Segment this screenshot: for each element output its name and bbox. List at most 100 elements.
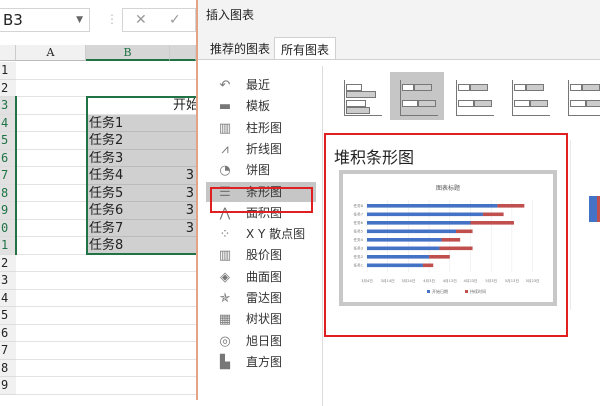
chart-type-icon: ◎ [219, 333, 231, 349]
row-header[interactable]: 4 [0, 289, 16, 307]
bar-start-date [367, 204, 498, 208]
row-header[interactable]: 6 [0, 149, 16, 167]
chart-type-label: 股价图 [246, 248, 283, 263]
row-header[interactable]: 1 [0, 237, 16, 255]
bar-start-date [367, 263, 423, 268]
y-tick-label: 任务7 [354, 212, 363, 217]
grid-row [16, 290, 196, 307]
chart-title: 图表标题 [436, 184, 460, 192]
spreadsheet: B3 ▼ ⋮ ✕ ✓ A B 1 2 3 4 5 6 7 8 9 0 1 2 3 4 5 6 7 8 9 开始 任务1 任务2… [0, 0, 198, 400]
chart-subtype-thumbnail[interactable] [390, 72, 444, 120]
chart-subtype-thumbnail[interactable] [502, 72, 556, 120]
chart-type-label: 折线图 [246, 141, 283, 156]
confirm-icon[interactable]: ✓ [169, 12, 181, 28]
chart-type-item[interactable]: ✯ 雷达图 [206, 288, 316, 308]
row-selection-indicator [15, 96, 17, 255]
tab-all-charts[interactable]: 所有图表 [274, 37, 337, 59]
row-header[interactable]: 8 [0, 359, 16, 377]
second-preview[interactable] [570, 140, 600, 310]
row-header[interactable]: 2 [0, 79, 16, 97]
chart-type-label: 柱形图 [246, 120, 283, 135]
chart-type-icon: ↶ [219, 78, 231, 93]
chart-type-item[interactable]: ◔ 饼图 [206, 160, 316, 180]
divider [322, 66, 323, 406]
y-tick-label: 任务6 [354, 220, 364, 225]
row-header[interactable]: 9 [0, 202, 16, 220]
bar-start-date [367, 238, 442, 242]
subtype-title: 堆积条形图 [334, 148, 415, 167]
y-tick-label: 任务4 [354, 237, 364, 242]
column-header-b[interactable]: B [86, 45, 170, 61]
row-header[interactable]: 1 [0, 62, 16, 80]
chevron-down-icon[interactable]: ▼ [76, 11, 83, 29]
insert-chart-dialog: 插入图表 推荐的图表 所有图表 ↶ 最近 ▬ 模板 ▥ 柱形图 ⩘ 折线图 ◔ 饼图 ☰ 条形图 ⋀ 面积… [196, 0, 600, 406]
bar-chart: 图表标题 3月4日 3月14日 3月24日 4月3日 4月13日 4月23日 5月3日 5月13… [354, 184, 540, 294]
x-tick-label: 4月3日 [423, 278, 435, 283]
row-header[interactable]: 5 [0, 307, 16, 325]
row-header[interactable]: 2 [0, 254, 16, 272]
chart-type-icon: ⁘ [219, 227, 231, 243]
row-header[interactable]: 3 [0, 272, 16, 290]
chart-subtype-thumbnail[interactable] [558, 72, 600, 120]
chart-type-icon: ▦ [218, 312, 232, 328]
legend-label: 开始日期 [432, 288, 448, 294]
chart-type-label: 曲面图 [246, 269, 283, 284]
y-tick-label: 任务2 [354, 254, 363, 259]
chart-type-item[interactable]: ⩘ 折线图 [206, 139, 316, 159]
bar-duration [429, 255, 450, 259]
chart-type-item[interactable]: ▥ 柱形图 [206, 118, 316, 138]
chart-type-item[interactable]: ▬ 模板 [206, 96, 316, 116]
chart-type-item[interactable]: ▙ 直方图 [206, 352, 316, 372]
selection-range [86, 96, 198, 255]
selected-type-highlight [210, 187, 313, 213]
row-header[interactable]: 7 [0, 342, 16, 360]
grid-row [16, 342, 196, 360]
name-box-value: B3 [3, 11, 23, 29]
legend-swatch [427, 290, 430, 293]
row-header[interactable]: 6 [0, 324, 16, 342]
row-header[interactable]: 5 [0, 132, 16, 150]
chart-type-icon: ⩘ [221, 141, 229, 157]
column-header-c[interactable] [170, 45, 196, 61]
chart-type-item[interactable]: ▦ 树状图 [206, 309, 316, 329]
chart-type-label: X Y 散点图 [246, 227, 306, 242]
chart-subtype-thumbnail[interactable] [334, 72, 388, 120]
chart-type-item[interactable]: ↶ 最近 [206, 75, 316, 95]
chart-subtype-thumbnail[interactable] [446, 72, 500, 120]
y-tick-label: 任务5 [354, 229, 363, 234]
x-tick-label: 4月13日 [443, 278, 457, 283]
x-tick-label: 5月13日 [505, 278, 519, 283]
bar-duration [497, 204, 525, 208]
bar-start-date [367, 246, 440, 251]
grid-row [16, 325, 196, 342]
cancel-icon[interactable]: ✕ [135, 12, 147, 28]
legend-swatch [465, 290, 468, 293]
chart-type-item[interactable]: ◎ 旭日图 [206, 331, 316, 351]
row-header[interactable]: 9 [0, 377, 16, 395]
row-header[interactable]: 0 [0, 219, 16, 237]
name-box[interactable]: B3 ▼ [0, 8, 90, 32]
x-tick-label: 3月4日 [361, 278, 373, 283]
chart-type-item[interactable]: ⁘ X Y 散点图 [206, 224, 316, 244]
formula-buttons: ✕ ✓ [122, 8, 196, 32]
bar-start-date [367, 229, 457, 234]
x-tick-label: 3月24日 [401, 278, 415, 283]
chart-type-label: 树状图 [246, 312, 283, 327]
row-header[interactable]: 8 [0, 184, 16, 202]
bar-duration [439, 246, 473, 251]
select-all[interactable] [0, 45, 16, 61]
row-header[interactable]: 4 [0, 114, 16, 132]
bar-duration [422, 263, 434, 268]
chart-preview[interactable]: 图表标题 3月4日 3月14日 3月24日 4月3日 4月13日 4月23日 5月3日 5月13… [339, 170, 557, 306]
column-header-a[interactable]: A [16, 45, 86, 61]
dialog-title: 插入图表 [206, 8, 255, 22]
grid-row [16, 80, 196, 97]
tab-recommended[interactable]: 推荐的图表 [204, 37, 276, 59]
row-header[interactable]: 3 [0, 97, 16, 115]
chart-type-label: 直方图 [246, 354, 283, 369]
chart-type-item[interactable]: ▥ 股价图 [206, 245, 316, 265]
bar-start-date [367, 221, 471, 225]
chart-type-item[interactable]: ◈ 曲面图 [206, 267, 316, 287]
row-header[interactable]: 7 [0, 167, 16, 185]
grid-row [16, 377, 196, 395]
